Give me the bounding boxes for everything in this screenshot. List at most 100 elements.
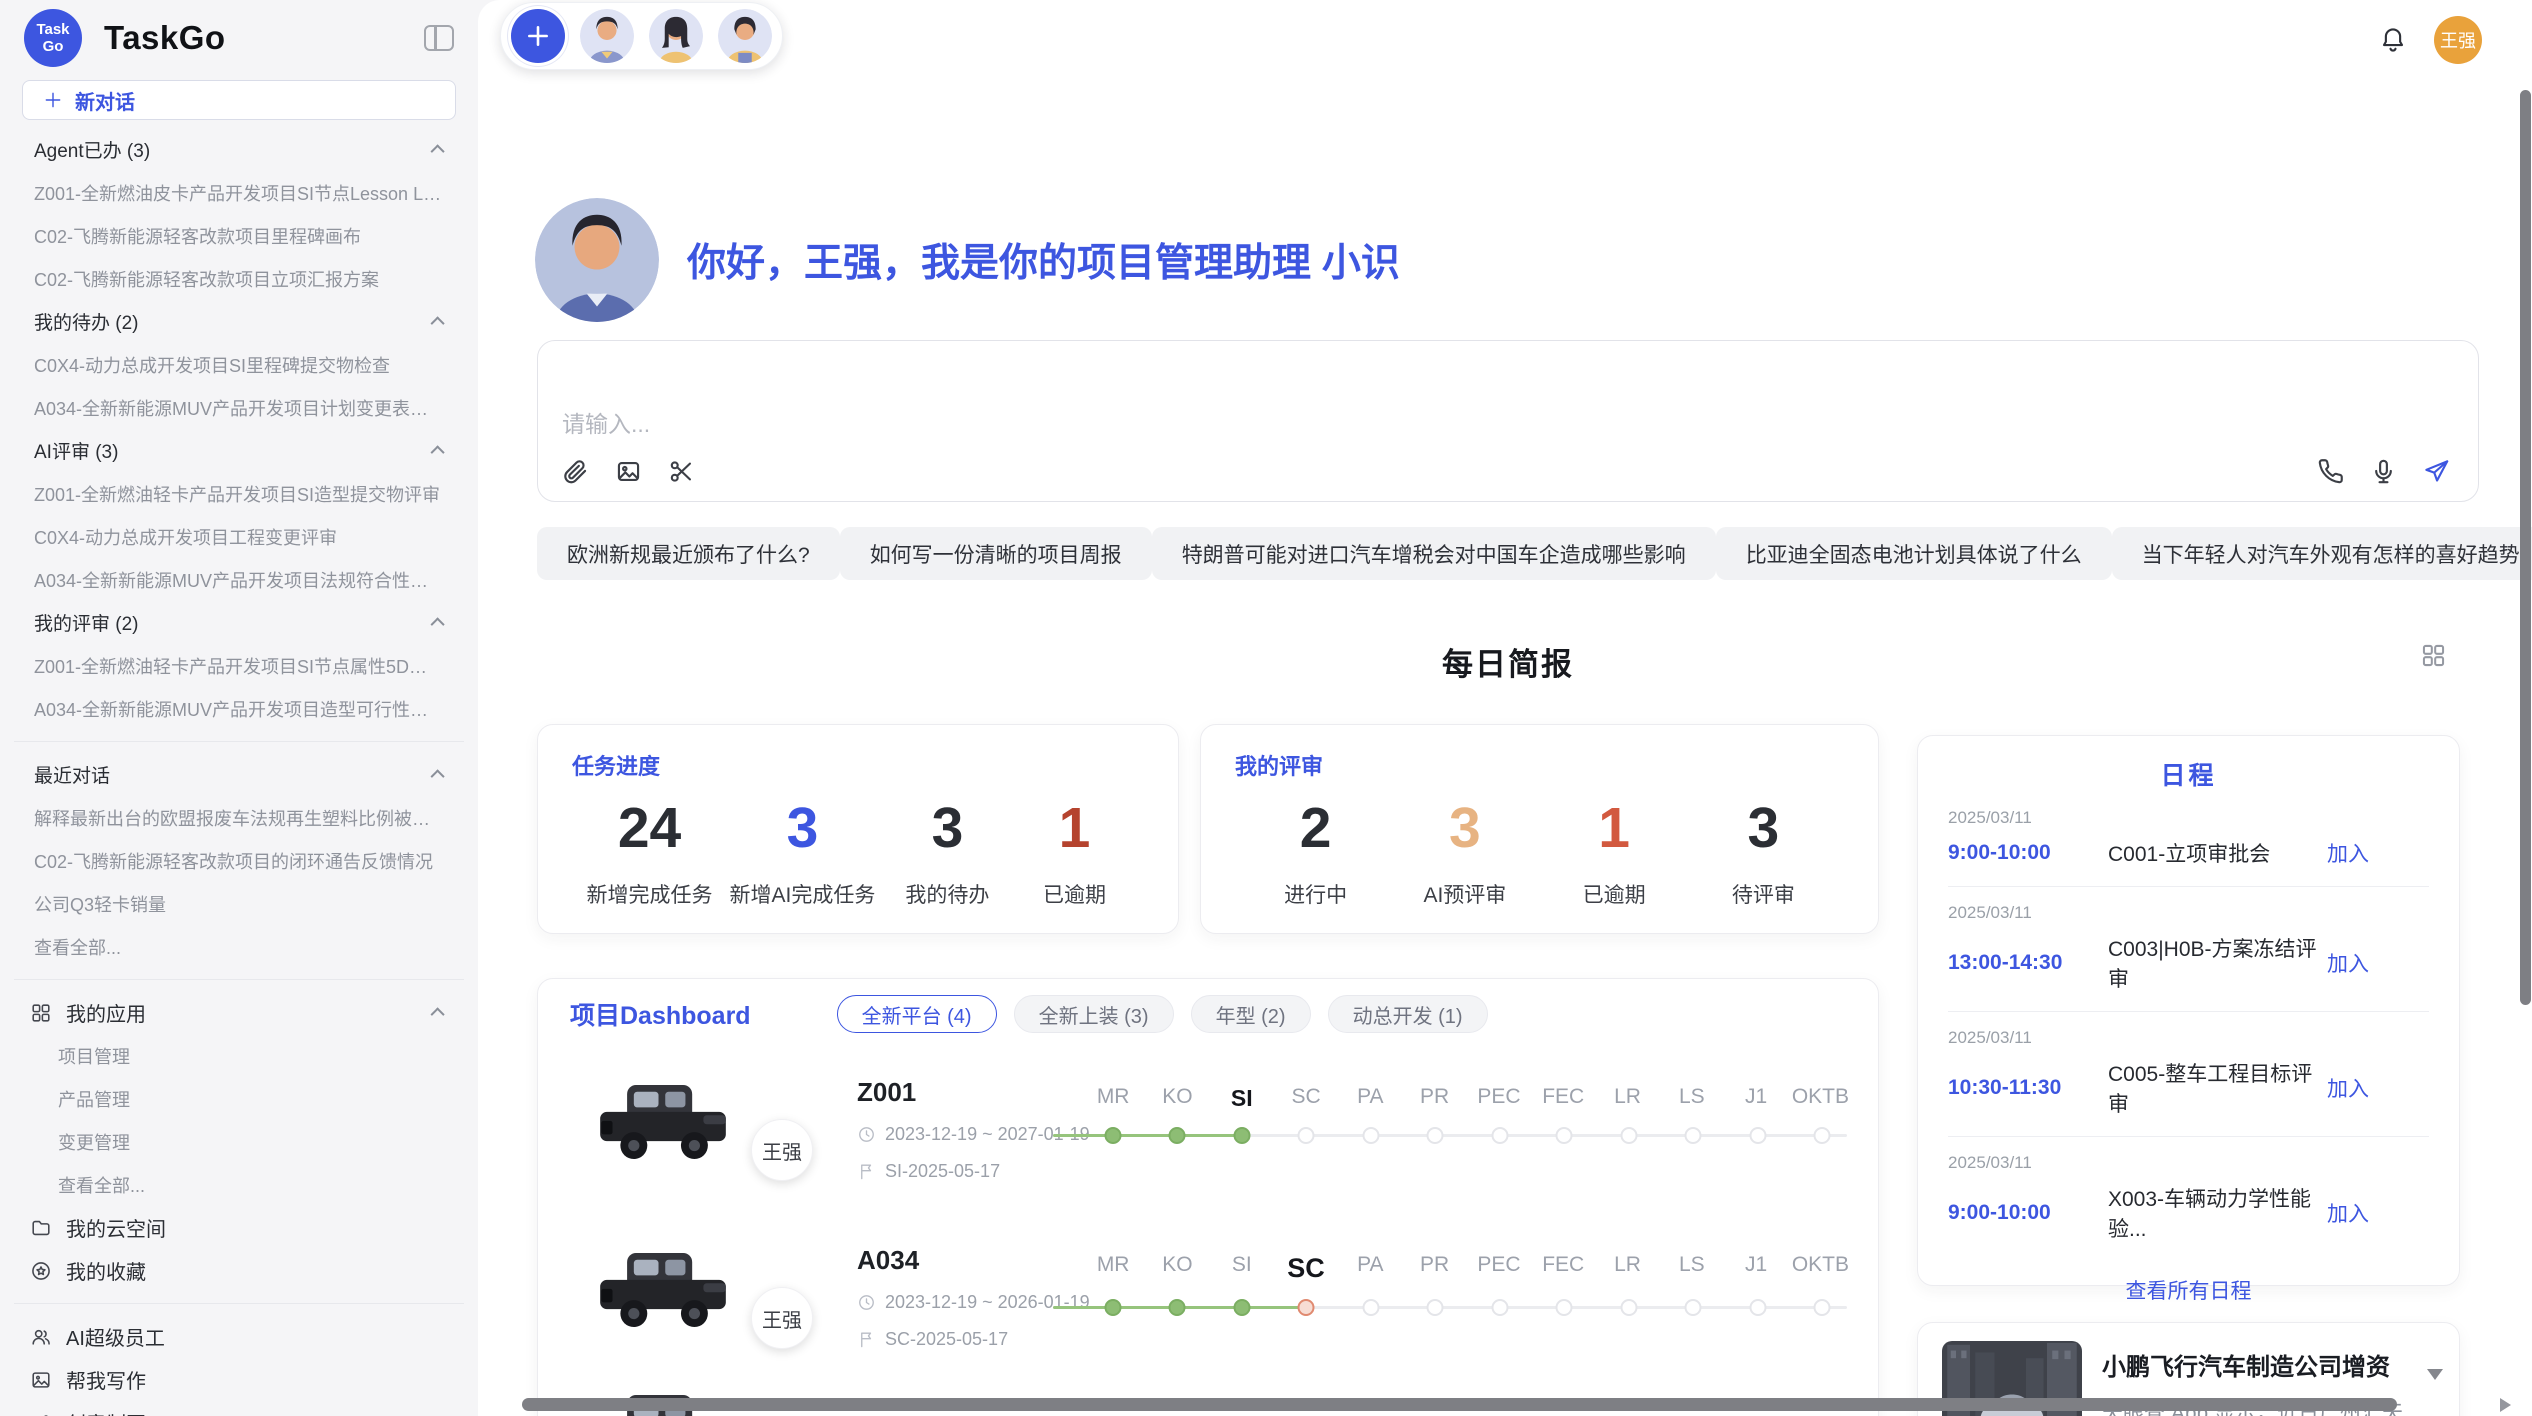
greeting-section: 你好，王强，我是你的项目管理助理 小识 bbox=[535, 198, 1400, 322]
layout-switch-button[interactable] bbox=[2420, 642, 2447, 669]
sidebar-conversation[interactable]: Z001-全新燃油皮卡产品开发项目SI节点Lesson Learn报告 bbox=[0, 171, 478, 214]
card-title: 任务进度 bbox=[572, 749, 1138, 781]
image-icon[interactable] bbox=[615, 458, 642, 485]
sidebar-item-cloud-space[interactable]: 我的云空间 bbox=[0, 1206, 478, 1249]
milestone-label: J1 bbox=[1724, 1253, 1788, 1284]
tab-model-year[interactable]: 年型 (2) bbox=[1191, 995, 1311, 1033]
main-area: 王强 你好，王强，我是你的项目管理助理 小识 欧洲新规最近颁布了什么? 如何写一… bbox=[478, 0, 2532, 1416]
view-all-schedule-link[interactable]: 查看所有日程 bbox=[1918, 1275, 2459, 1305]
schedule-time: 13:00-14:30 bbox=[1948, 951, 2108, 975]
milestone-label: KO bbox=[1145, 1085, 1209, 1112]
join-meeting-link[interactable]: 加入 bbox=[2327, 948, 2369, 978]
project-row[interactable]: 王强 A034 2023-12-19 ~ 2026-01-19 SC-2025-… bbox=[570, 1237, 1848, 1397]
join-meeting-link[interactable]: 加入 bbox=[2327, 1073, 2369, 1103]
microphone-icon[interactable] bbox=[2370, 458, 2397, 485]
sidebar-conversation[interactable]: C0X4-动力总成开发项目SI里程碑提交物检查 bbox=[0, 343, 478, 386]
composer-right-tools bbox=[2317, 458, 2450, 485]
suggestion-chip[interactable]: 特朗普可能对进口汽车增税会对中国车企造成哪些影响 bbox=[1152, 527, 1716, 580]
sidebar-item-help-write[interactable]: 帮我写作 bbox=[0, 1358, 478, 1401]
users-icon bbox=[30, 1326, 52, 1348]
project-info: A034 2023-12-19 ~ 2026-01-19 SC-2025-05-… bbox=[857, 1245, 1090, 1350]
sidebar-app-change-mgmt[interactable]: 变更管理 bbox=[0, 1120, 478, 1163]
sidebar-conversation[interactable]: 解释最新出台的欧盟报废车法规再生塑料比例被调至15%... bbox=[0, 796, 478, 839]
sidebar-conversation[interactable]: Z001-全新燃油轻卡产品开发项目SI造型提交物评审 bbox=[0, 472, 478, 515]
suggestion-chip[interactable]: 比亚迪全固态电池计划具体说了什么 bbox=[1716, 527, 2112, 580]
milestone-dot bbox=[1814, 1127, 1831, 1144]
sidebar-section-recent[interactable]: 最近对话 bbox=[0, 753, 478, 796]
suggestion-chip[interactable]: 欧洲新规最近颁布了什么? bbox=[537, 527, 840, 580]
briefing-stats-row: 任务进度 24新增完成任务 3新增AI完成任务 3我的待办 1已逾期 我的评审 … bbox=[537, 724, 1879, 934]
agent-avatar[interactable] bbox=[718, 9, 772, 63]
chevron-up-icon bbox=[431, 445, 445, 459]
sidebar-item-label: 我的云空间 bbox=[66, 1213, 166, 1242]
chat-input[interactable] bbox=[562, 405, 1762, 455]
milestone-dot bbox=[1556, 1127, 1573, 1144]
sidebar-section-agent-done[interactable]: Agent已办 (3) bbox=[0, 128, 478, 171]
milestone-label: LS bbox=[1660, 1253, 1724, 1284]
sidebar-section-my-review[interactable]: 我的评审 (2) bbox=[0, 601, 478, 644]
milestone-dot bbox=[1621, 1127, 1638, 1144]
collapse-sidebar-icon[interactable] bbox=[424, 25, 454, 51]
flag-icon bbox=[857, 1330, 876, 1349]
project-milestone-date: SI-2025-05-17 bbox=[885, 1161, 1000, 1182]
sidebar-item-favorites[interactable]: 我的收藏 bbox=[0, 1249, 478, 1292]
add-agent-button[interactable] bbox=[511, 9, 565, 63]
sidebar-section-ai-review[interactable]: AI评审 (3) bbox=[0, 429, 478, 472]
milestone-label-current: SI bbox=[1210, 1085, 1274, 1112]
send-icon[interactable] bbox=[2423, 458, 2450, 485]
milestone-label: FEC bbox=[1531, 1253, 1595, 1284]
project-info: Z001 2023-12-19 ~ 2027-01-19 SI-2025-05-… bbox=[857, 1077, 1090, 1182]
milestone-dot bbox=[1363, 1127, 1380, 1144]
suggestion-chip[interactable]: 当下年轻人对汽车外观有怎样的喜好趋势 bbox=[2112, 527, 2532, 580]
scroll-down-button[interactable] bbox=[2427, 1369, 2443, 1380]
tab-new-platform[interactable]: 全新平台 (4) bbox=[837, 995, 997, 1033]
attachment-icon[interactable] bbox=[562, 458, 589, 485]
milestone-dot bbox=[1492, 1299, 1509, 1316]
scroll-right-button[interactable] bbox=[2500, 1398, 2511, 1412]
flag-icon bbox=[857, 1162, 876, 1181]
sidebar-app-project-mgmt[interactable]: 项目管理 bbox=[0, 1034, 478, 1077]
sidebar-conversation[interactable]: C02-飞腾新能源轻客改款项目里程碑画布 bbox=[0, 214, 478, 257]
agent-avatar[interactable] bbox=[580, 9, 634, 63]
sidebar-header: Task Go TaskGo bbox=[0, 0, 478, 76]
project-row[interactable]: 王强 Z001 2023-12-19 ~ 2027-01-19 SI-2025-… bbox=[570, 1069, 1848, 1229]
sidebar-conversation[interactable]: A034-全新新能源MUV产品开发项目造型可行性评审 bbox=[0, 687, 478, 730]
sidebar-item-ai-staff[interactable]: AI超级员工 bbox=[0, 1315, 478, 1358]
new-chat-button[interactable]: 新对话 bbox=[22, 80, 456, 120]
scissors-icon[interactable] bbox=[668, 458, 695, 485]
sidebar-conversation[interactable]: 公司Q3轻卡销量 bbox=[0, 882, 478, 925]
chevron-up-icon bbox=[431, 316, 445, 330]
milestone-timeline: MR KO SI SC PA PR PEC FEC LR LS J1 OKTB bbox=[1081, 1253, 1853, 1318]
divider bbox=[14, 741, 464, 742]
join-meeting-link[interactable]: 加入 bbox=[2327, 838, 2369, 868]
sidebar-conversation[interactable]: C02-飞腾新能源轻客改款项目的闭环通告反馈情况 bbox=[0, 839, 478, 882]
sidebar-app-product-mgmt[interactable]: 产品管理 bbox=[0, 1077, 478, 1120]
agent-avatar[interactable] bbox=[649, 9, 703, 63]
sidebar-conversation[interactable]: C02-飞腾新能源轻客改款项目立项汇报方案 bbox=[0, 257, 478, 300]
sidebar-item-my-apps[interactable]: 我的应用 bbox=[0, 991, 478, 1034]
schedule-date: 2025/03/11 bbox=[1948, 808, 2429, 828]
project-milestone-date: SC-2025-05-17 bbox=[885, 1329, 1008, 1350]
view-all-conversations[interactable]: 查看全部... bbox=[0, 925, 478, 968]
user-avatar[interactable]: 王强 bbox=[2434, 16, 2482, 64]
join-meeting-link[interactable]: 加入 bbox=[2327, 1198, 2369, 1228]
sidebar-conversation[interactable]: C0X4-动力总成开发项目工程变更评审 bbox=[0, 515, 478, 558]
chevron-up-icon bbox=[431, 617, 445, 631]
vertical-scrollbar-thumb[interactable] bbox=[2520, 90, 2531, 1005]
tab-new-body[interactable]: 全新上装 (3) bbox=[1014, 995, 1174, 1033]
stat-overdue: 1已逾期 bbox=[1559, 795, 1669, 909]
suggestion-chip[interactable]: 如何写一份清晰的项目周报 bbox=[840, 527, 1152, 580]
sidebar-conversation[interactable]: A034-全新新能源MUV产品开发项目计划变更表编写 bbox=[0, 386, 478, 429]
schedule-date: 2025/03/11 bbox=[1948, 1153, 2429, 1173]
sidebar-conversation[interactable]: Z001-全新燃油轻卡产品开发项目SI节点属性5D文件评审 bbox=[0, 644, 478, 687]
sidebar-item-creative-draw[interactable]: 创意制图 bbox=[0, 1401, 478, 1416]
sidebar-section-my-todo[interactable]: 我的待办 (2) bbox=[0, 300, 478, 343]
tab-powertrain[interactable]: 动总开发 (1) bbox=[1328, 995, 1488, 1033]
horizontal-scrollbar-thumb[interactable] bbox=[522, 1398, 2397, 1411]
view-all-apps[interactable]: 查看全部... bbox=[0, 1163, 478, 1206]
stat-ai-prereview: 3AI预评审 bbox=[1410, 795, 1520, 909]
chevron-up-icon bbox=[431, 1007, 445, 1021]
sidebar-conversation[interactable]: A034-全新新能源MUV产品开发项目法规符合性评审 bbox=[0, 558, 478, 601]
notification-bell-icon[interactable] bbox=[2378, 25, 2408, 55]
phone-call-icon[interactable] bbox=[2317, 458, 2344, 485]
